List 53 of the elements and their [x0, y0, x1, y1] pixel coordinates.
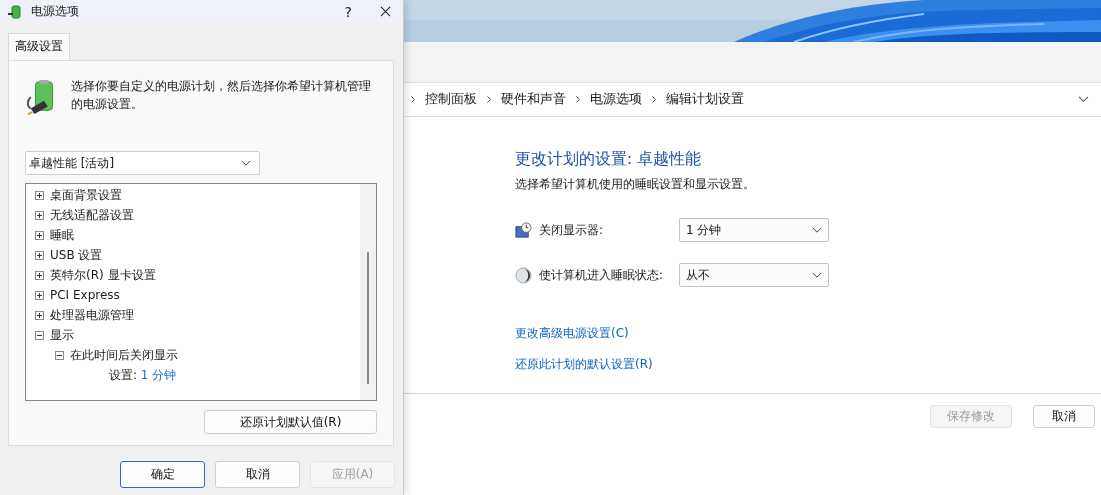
monitor-clock-icon	[515, 221, 532, 239]
setting-select[interactable]: 1 分钟	[679, 218, 829, 242]
tree-item[interactable]: 处理器电源管理	[50, 306, 134, 324]
chevron-icon	[410, 95, 416, 104]
expand-icon[interactable]	[35, 190, 44, 200]
expand-icon[interactable]	[35, 250, 44, 260]
breadcrumb-item[interactable]: 硬件和声音	[501, 91, 566, 108]
tree-item[interactable]: PCI Express	[50, 288, 120, 302]
tab[interactable]: 高级设置	[8, 33, 70, 60]
tree-item[interactable]: USB 设置	[50, 246, 103, 264]
expand-icon[interactable]	[35, 310, 44, 320]
collapse-icon[interactable]	[55, 350, 64, 360]
expand-icon[interactable]	[35, 270, 44, 280]
breadcrumb-item[interactable]: 控制面板	[425, 91, 477, 108]
expand-icon[interactable]	[35, 230, 44, 240]
link[interactable]: 还原此计划的默认设置(R)	[515, 356, 653, 373]
caret-icon	[812, 271, 822, 279]
cancel-button[interactable]: 取消	[215, 461, 300, 488]
plan-select[interactable]: 卓越性能 [活动]	[25, 151, 260, 175]
setting-label: 使计算机进入睡眠状态:	[539, 267, 664, 283]
description-text: 选择你要自定义的电源计划，然后选择你希望计算机管理的电源设置。	[71, 78, 371, 113]
setting-select[interactable]: 从不	[679, 263, 829, 287]
caret-icon	[812, 226, 822, 234]
ok-button[interactable]: 确定	[120, 461, 205, 488]
tree-item[interactable]: 在此时间后关闭显示	[70, 346, 178, 364]
scrollbar[interactable]	[360, 184, 376, 400]
link[interactable]: 更改高级电源设置(C)	[515, 325, 629, 342]
cancel-button[interactable]: 取消	[1033, 405, 1095, 428]
window-title: 电源选项	[31, 3, 79, 20]
tree-item[interactable]: 桌面背景设置	[50, 186, 122, 204]
setting-value[interactable]: 设置: 1 分钟	[109, 366, 177, 384]
tree-item[interactable]: 无线适配器设置	[50, 206, 134, 224]
help-button[interactable]: ?	[344, 3, 352, 20]
setting-label: 关闭显示器:	[539, 222, 604, 238]
breadcrumb-item[interactable]: 电源选项	[590, 91, 642, 108]
close-icon[interactable]	[380, 6, 391, 17]
tree-item[interactable]: 显示	[50, 326, 74, 344]
caret-icon	[241, 159, 251, 167]
dropdown-icon[interactable]	[1078, 96, 1089, 103]
page-subtitle: 选择希望计算机使用的睡眠设置和显示设置。	[515, 177, 756, 192]
chevron-icon	[486, 95, 492, 104]
expand-icon[interactable]	[35, 210, 44, 220]
tree-item[interactable]: 英特尔(R) 显卡设置	[50, 266, 156, 284]
restore-defaults-button[interactable]: 还原计划默认值(R)	[204, 410, 377, 434]
moon-icon	[515, 266, 532, 284]
page-title: 更改计划的设置: 卓越性能	[515, 149, 703, 170]
chevron-icon	[575, 95, 581, 104]
breadcrumb-item[interactable]: 编辑计划设置	[666, 91, 744, 108]
expand-icon[interactable]	[35, 290, 44, 300]
collapse-icon[interactable]	[35, 330, 44, 340]
tree-item[interactable]: 睡眠	[50, 226, 74, 244]
battery-plug-icon	[7, 3, 23, 20]
chevron-icon	[651, 95, 657, 104]
